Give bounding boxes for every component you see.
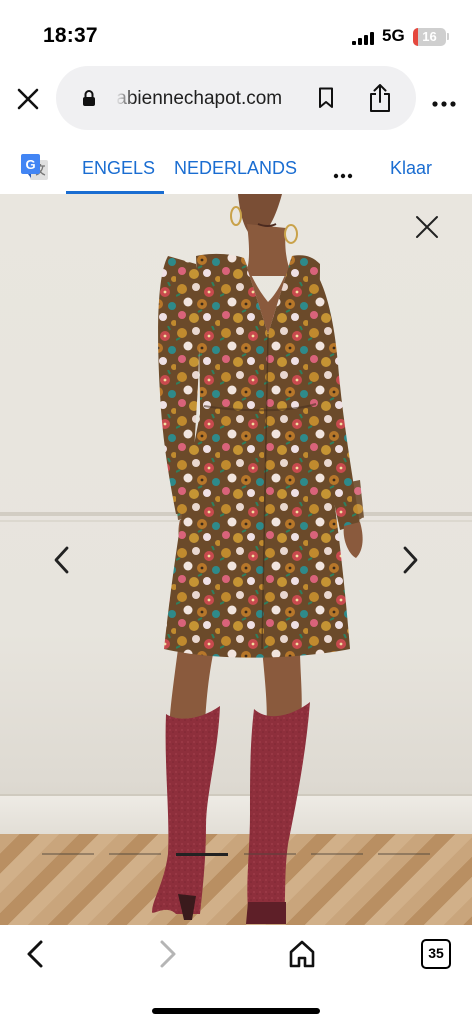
chevron-left-icon[interactable] <box>50 544 72 576</box>
url-text[interactable]: fabiennechapot.com <box>116 88 298 110</box>
translate-options-icon[interactable] <box>333 166 353 179</box>
battery-nub <box>447 33 449 40</box>
battery-icon: 16 <box>413 28 446 46</box>
lock-icon <box>82 89 96 107</box>
translate-bar: G ENGELS NEDERLANDS Klaar <box>0 140 472 194</box>
gallery-dot[interactable] <box>243 853 296 855</box>
bookmark-icon[interactable] <box>318 87 334 109</box>
bottom-toolbar: 35 <box>0 925 472 1024</box>
gallery-dot[interactable] <box>109 853 161 855</box>
home-indicator[interactable] <box>152 1008 320 1014</box>
tabs-count-button[interactable]: 35 <box>421 939 451 969</box>
status-bar: 18:37 5G 16 <box>0 0 472 70</box>
more-icon[interactable] <box>431 95 457 107</box>
tab-dutch[interactable]: NEDERLANDS <box>174 158 297 179</box>
battery-level: 16 <box>422 29 437 44</box>
chevron-right-icon[interactable] <box>400 544 422 576</box>
forward-icon[interactable] <box>157 939 179 969</box>
share-icon[interactable] <box>368 83 392 113</box>
close-icon[interactable] <box>14 85 42 113</box>
tab-english[interactable]: ENGELS <box>82 158 155 179</box>
close-gallery-icon[interactable] <box>414 214 440 240</box>
svg-text:G: G <box>25 157 35 172</box>
home-icon[interactable] <box>287 939 317 969</box>
signal-icon <box>352 32 374 45</box>
status-time: 18:37 <box>43 24 98 47</box>
back-icon[interactable] <box>24 939 46 969</box>
gallery-dot[interactable] <box>41 853 94 855</box>
address-bar[interactable]: fabiennechapot.com <box>56 66 416 130</box>
gallery-dot[interactable] <box>378 853 431 855</box>
gallery-dot[interactable] <box>311 853 363 855</box>
google-translate-icon: G <box>20 152 50 182</box>
gallery-dot[interactable] <box>176 853 229 856</box>
network-label: 5G <box>382 26 405 45</box>
product-image[interactable] <box>0 194 472 925</box>
done-button[interactable]: Klaar <box>390 158 432 179</box>
gallery-pagination <box>34 853 438 857</box>
